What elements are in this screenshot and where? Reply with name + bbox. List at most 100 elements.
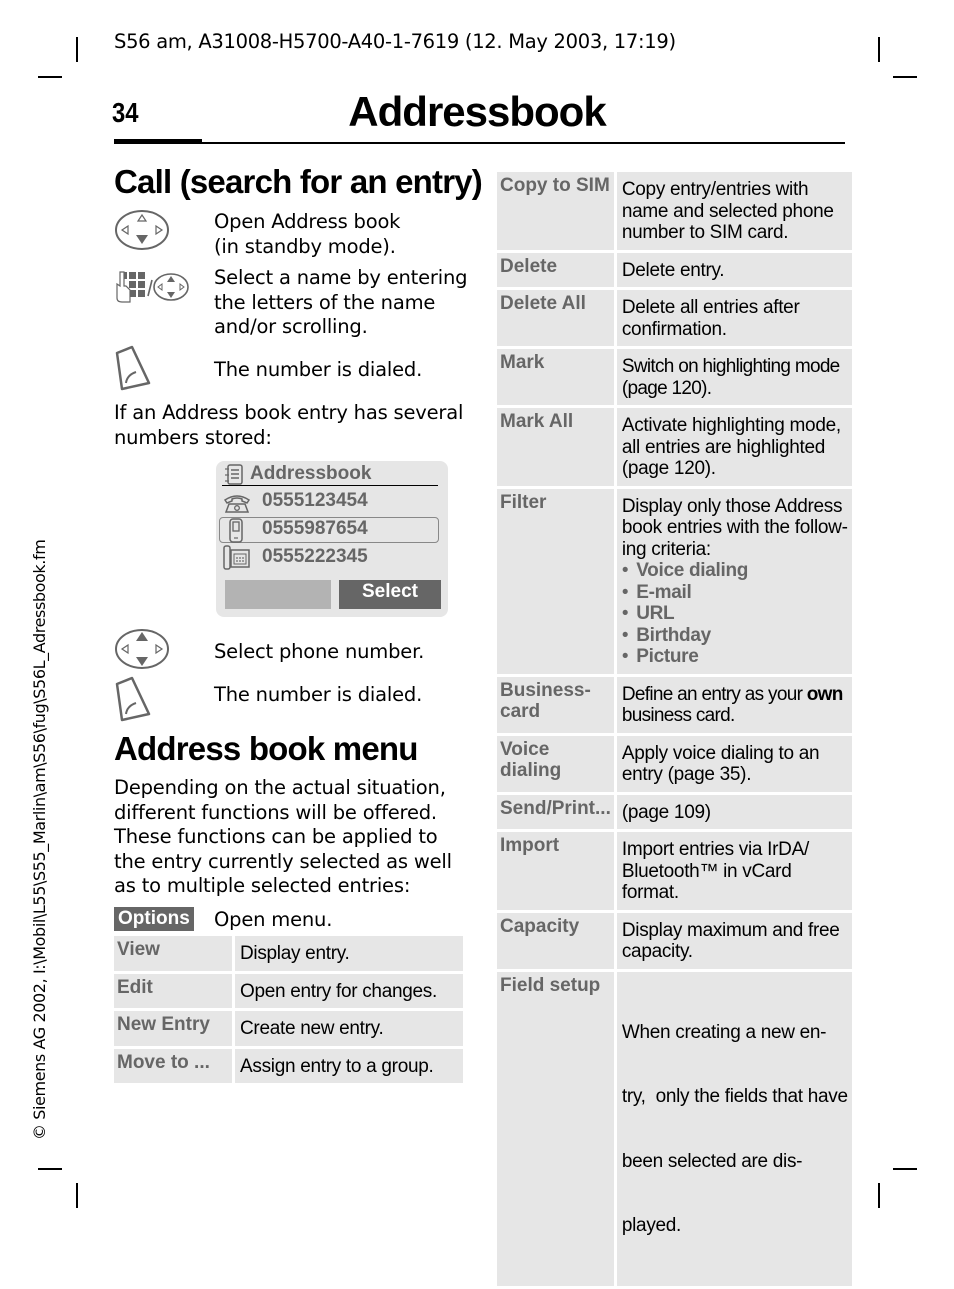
desc-line: (page 120). [621,377,712,399]
phone-number-row[interactable]: 0555222345 [262,546,368,568]
phone-number-row-selected[interactable]: 0555987654 [262,518,368,540]
crop-mark [893,76,917,78]
screen-title: Addressbook [250,463,372,484]
menu-table-left: View Display entry. Edit Open entry for ch… [114,933,463,1086]
note-line: numbers stored: [114,425,272,449]
menu-item-key: View [114,936,235,971]
key-line: card [500,700,541,722]
table-row[interactable]: New Entry Create new entry. [114,1011,463,1046]
menu-item-key: Send/Print... [497,794,617,829]
table-row[interactable]: Field setup When creating a new en- try,… [497,971,852,1286]
menu-item-key: Edit [114,973,235,1008]
menu-item-desc: Apply voice dialing to an entry (page 35… [616,735,852,792]
desc-line: try, only the fields that have [621,1086,848,1107]
menu-item-desc: Copy entry/entries with name and selecte… [616,172,852,250]
crop-mark [893,1168,917,1170]
mobile-phone-icon [229,518,243,543]
table-row[interactable]: Edit Open entry for changes. [114,973,463,1008]
call-key-icon [115,676,151,722]
file-path: © Siemens AG 2002, I:\Mobil\L55\S55_Marl… [30,539,49,1140]
section-title-menu: Address book menu [114,730,418,767]
menu-item-key: Capacity [497,912,617,969]
menu-item-desc: Assign entry to a group. [235,1048,463,1083]
menu-item-key: New Entry [114,1011,235,1046]
nav-key-updown-icon [115,629,169,669]
table-row[interactable]: Mark All Activate highlighting mode, all… [497,408,852,486]
intro-line: the entry currently selected as well [114,849,452,873]
nav-key-down-icon [115,210,169,250]
menu-item-desc: When creating a new en- try, only the fi… [616,971,852,1286]
menu-item-key: Delete [497,252,617,287]
desc-line: book entries with the follow- [621,517,848,538]
menu-item-desc: Open entry for changes. [235,973,463,1008]
table-row[interactable]: Capacity Display maximum and free capaci… [497,912,852,969]
desc-line: Apply voice dialing to an [621,742,820,764]
step-select-number: Select phone number. [214,640,425,663]
desc-line: (page 109) [621,801,711,823]
desc-line: Delete entry. [621,259,725,281]
filter-option: E-mail [622,582,848,604]
table-row[interactable]: Business- card Define an entry as your o… [497,676,852,733]
step-select-name: Select a name by entering the letters of… [214,266,467,340]
desc-line: Switch on highlighting mode [621,356,840,377]
table-row[interactable]: View Display entry. [114,936,463,971]
crop-mark [878,1183,880,1208]
intro-line: These functions can be applied to [114,825,438,848]
header-rule [114,142,845,144]
note-several-numbers: If an Address book entry has several num… [114,401,474,450]
table-row[interactable]: Filter Display only those Address book e… [497,488,852,674]
desc-line: played. [621,1215,682,1236]
filter-option: URL [622,603,848,625]
table-row[interactable]: Delete Delete entry. [497,252,852,287]
landline-phone-icon [223,495,251,513]
desc-line: Define an entry as your own [622,684,848,706]
menu-intro: Depending on the actual situation, diffe… [114,776,474,899]
desc-line: Import entries via IrDA/ [621,839,809,860]
desc-line: number to SIM card. [621,222,789,243]
keypad-or-nav-key-icon [116,271,189,303]
table-row[interactable]: Voice dialing Apply voice dialing to an … [497,735,852,792]
menu-item-desc: Delete all entries after confirmation. [616,290,852,346]
menu-table-right: Copy to SIM Copy entry/entries with name… [497,169,852,1289]
key-line: Business- [500,679,591,701]
desc-line: business card. [621,705,735,726]
desc-line: ing criteria: [621,538,711,560]
note-line: If an Address book entry has several [114,401,464,424]
menu-item-key: Move to ... [114,1048,235,1083]
table-row[interactable]: Import Import entries via IrDA/ Bluetoot… [497,832,852,910]
desc-line: been selected are dis- [621,1150,803,1172]
menu-item-key: Copy to SIM [497,172,617,250]
section-title-call: Call (search for an entry) [114,163,483,200]
step-text-line: the letters of the name [214,290,436,314]
menu-item-desc: Delete entry. [616,252,852,287]
desc-text: Define an entry as your [621,683,807,705]
call-key-icon [115,345,151,391]
desc-line: format. [621,882,679,903]
intro-line: Depending on the actual situation, [114,776,446,799]
desc-emphasis: own [806,683,844,705]
phone-number-row[interactable]: 0555123454 [262,490,368,512]
table-row[interactable]: Copy to SIM Copy entry/entries with name… [497,172,852,250]
table-row[interactable]: Delete All Delete all entries after conf… [497,290,852,346]
table-row[interactable]: Mark Switch on highlighting mode (page 1… [497,349,852,405]
menu-item-desc: Create new entry. [235,1011,463,1046]
intro-line: as to multiple selected entries: [114,874,411,897]
crop-mark [38,76,62,78]
screen-title-rule [222,485,438,486]
menu-item-desc: Display only those Address book entries … [616,488,852,674]
menu-item-desc: Define an entry as your own business car… [616,676,852,733]
desc-line: Display maximum and free [621,919,840,941]
phone-screen: Addressbook 0555123454 0555987654 055522… [216,461,448,617]
menu-item-desc: Switch on highlighting mode (page 120). [616,349,852,405]
menu-item-key: Delete All [497,290,617,346]
options-softkey[interactable]: Options [114,907,194,931]
table-row[interactable]: Move to ... Assign entry to a group. [114,1048,463,1083]
desc-line: When creating a new en- [621,1021,827,1043]
left-softkey[interactable] [225,580,331,609]
filter-option: Voice dialing [622,560,848,582]
chapter-title: Addressbook [348,88,606,135]
filter-option: Birthday [622,625,848,647]
menu-item-desc: Import entries via IrDA/ Bluetooth™ in v… [616,832,852,910]
table-row[interactable]: Send/Print... (page 109) [497,794,852,829]
select-softkey[interactable]: Select [339,580,441,609]
